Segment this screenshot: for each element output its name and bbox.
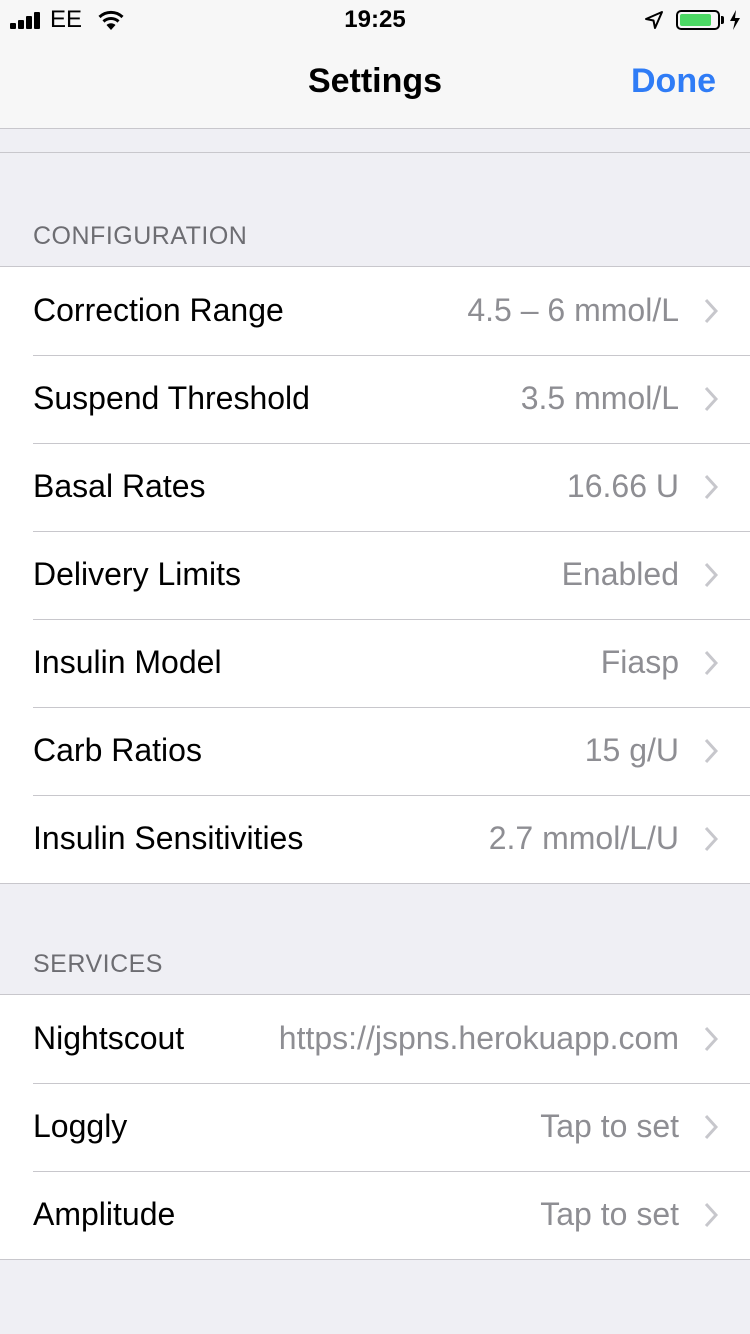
row-carb-ratios[interactable]: Carb Ratios 15 g/U: [0, 707, 750, 795]
row-value: Tap to set: [540, 1196, 679, 1232]
chevron-right-icon: [704, 474, 718, 500]
location-icon: [645, 11, 663, 29]
chevron-right-icon: [704, 1202, 718, 1228]
services-group: Nightscout https://jspns.herokuapp.com L…: [0, 994, 750, 1260]
row-label: Insulin Model: [33, 644, 222, 680]
row-value: https://jspns.herokuapp.com: [278, 1020, 679, 1056]
row-basal-rates[interactable]: Basal Rates 16.66 U: [0, 443, 750, 531]
row-nightscout[interactable]: Nightscout https://jspns.herokuapp.com: [0, 995, 750, 1083]
battery-level-fill: [680, 14, 711, 26]
row-insulin-model[interactable]: Insulin Model Fiasp: [0, 619, 750, 707]
row-label: Delivery Limits: [33, 556, 242, 592]
row-label: Suspend Threshold: [33, 380, 310, 416]
row-insulin-sensitivities[interactable]: Insulin Sensitivities 2.7 mmol/L/U: [0, 795, 750, 883]
row-value: 3.5 mmol/L: [520, 380, 679, 416]
row-label: Carb Ratios: [33, 732, 202, 768]
battery-nub: [721, 16, 724, 24]
row-value: Fiasp: [600, 644, 679, 680]
row-amplitude[interactable]: Amplitude Tap to set: [0, 1171, 750, 1259]
row-value: Enabled: [561, 556, 679, 592]
row-value: Tap to set: [540, 1108, 679, 1144]
chevron-right-icon: [704, 386, 718, 412]
row-loggly[interactable]: Loggly Tap to set: [0, 1083, 750, 1171]
navigation-bar: Settings Done: [0, 40, 750, 129]
top-divider: [0, 152, 750, 153]
charging-icon: [730, 10, 740, 30]
row-value: 15 g/U: [584, 732, 679, 768]
status-right: [644, 7, 742, 33]
row-delivery-limits[interactable]: Delivery Limits Enabled: [0, 531, 750, 619]
chevron-right-icon: [704, 298, 718, 324]
row-label: Amplitude: [33, 1196, 176, 1232]
section-header-configuration: CONFIGURATION: [33, 222, 248, 250]
row-label: Loggly: [33, 1108, 128, 1144]
chevron-right-icon: [704, 1114, 718, 1140]
chevron-right-icon: [704, 650, 718, 676]
row-label: Nightscout: [33, 1020, 185, 1056]
chevron-right-icon: [704, 826, 718, 852]
chevron-right-icon: [704, 1026, 718, 1052]
chevron-right-icon: [704, 562, 718, 588]
row-suspend-threshold[interactable]: Suspend Threshold 3.5 mmol/L: [0, 355, 750, 443]
row-correction-range[interactable]: Correction Range 4.5 – 6 mmol/L: [0, 267, 750, 355]
row-value: 4.5 – 6 mmol/L: [467, 292, 679, 328]
row-label: Insulin Sensitivities: [33, 820, 304, 856]
row-value: 2.7 mmol/L/U: [488, 820, 679, 856]
battery-icon: [676, 10, 720, 30]
chevron-right-icon: [704, 738, 718, 764]
configuration-group: Correction Range 4.5 – 6 mmol/L Suspend …: [0, 266, 750, 884]
row-value: 16.66 U: [566, 468, 679, 504]
done-button[interactable]: Done: [631, 62, 716, 101]
status-bar: EE 19:25: [0, 0, 750, 40]
row-label: Basal Rates: [33, 468, 206, 504]
row-label: Correction Range: [33, 292, 284, 328]
status-time: 19:25: [344, 6, 406, 33]
section-header-services: SERVICES: [33, 950, 163, 978]
